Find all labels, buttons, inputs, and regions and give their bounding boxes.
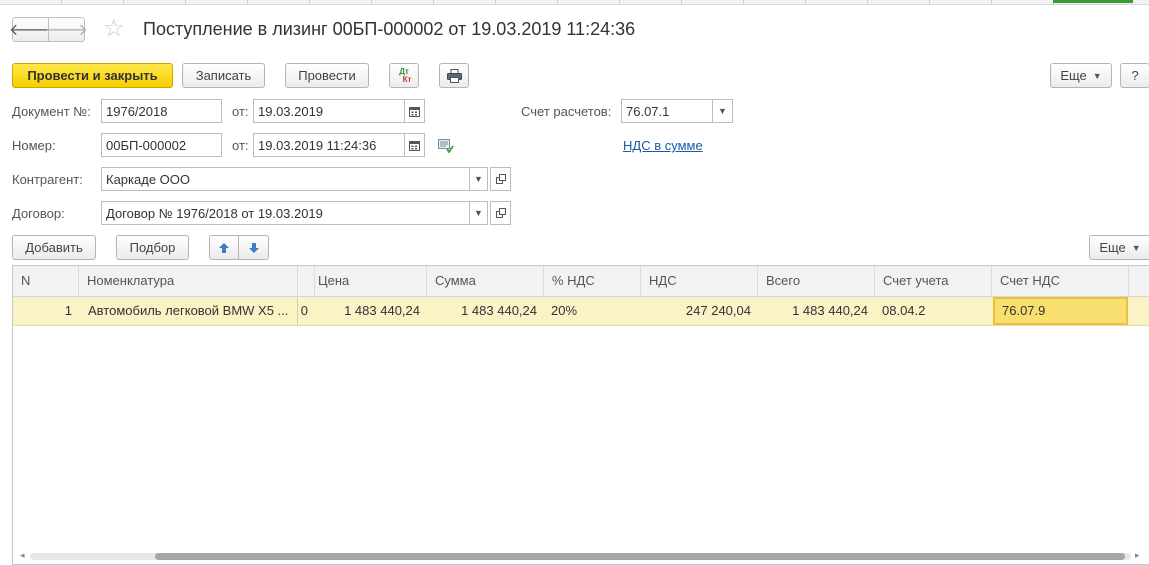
add-row-button[interactable]: Добавить [12,235,96,260]
col-header-total[interactable]: Всего [758,266,875,297]
goods-table[interactable]: N Номенклатура Цена Сумма % НДС НДС Всег… [12,265,1149,565]
col-header-account[interactable]: Счет учета [875,266,992,297]
pick-label: Подбор [129,240,176,255]
col-header-price[interactable]: Цена [310,266,427,297]
vat-included-link[interactable]: НДС в сумме [623,138,703,153]
doc-no-field[interactable]: 1976/2018 [101,99,222,123]
move-up-button[interactable] [209,235,239,260]
post-and-close-button[interactable]: Провести и закрыть [12,63,173,88]
number-label: Номер: [12,138,56,153]
cell-vat-rate[interactable]: 20% [544,297,641,325]
col-header-item[interactable]: Номенклатура [79,266,298,297]
page-title: Поступление в лизинг 00БП-000002 от 19.0… [143,19,636,39]
debit-credit-button[interactable]: Дт Кт [389,63,419,88]
cell-price[interactable]: 1 483 440,24 [310,297,427,325]
doc-no-label: Документ №: [12,104,91,119]
calendar-icon[interactable] [404,133,425,157]
cell-sum[interactable]: 1 483 440,24 [427,297,544,325]
number-date-label: от: [232,138,249,153]
table-more-button[interactable]: Еще ▼ [1089,235,1149,260]
post-label: Провести [298,68,356,83]
doc-date-label: от: [232,104,249,119]
counterparty-field[interactable]: Каркаде ООО [101,167,470,191]
cell-vat-account[interactable]: 76.07.9 [993,297,1128,325]
more-actions-button[interactable]: Еще ▼ [1050,63,1112,88]
cell-vat[interactable]: 247 240,04 [641,297,758,325]
pick-button[interactable]: Подбор [116,235,189,260]
active-tab-indicator [1053,0,1133,3]
help-button[interactable]: ? [1120,63,1149,88]
top-tab-strip [0,0,1149,5]
post-button[interactable]: Провести [285,63,369,88]
table-header: N Номенклатура Цена Сумма % НДС НДС Всег… [13,266,1149,297]
horizontal-scrollbar[interactable] [30,553,1131,560]
forward-button[interactable]: 🡒 [45,17,88,42]
calendar-icon[interactable] [404,99,425,123]
save-button[interactable]: Записать [182,63,265,88]
contract-field[interactable]: Договор № 1976/2018 от 19.03.2019 [101,201,470,225]
scroll-right-icon[interactable]: ▸ [1135,550,1140,561]
post-and-close-label: Провести и закрыть [27,68,158,83]
col-header-n[interactable]: N [13,266,79,297]
cell-hidden[interactable]: 0 [297,297,310,325]
open-icon[interactable] [490,201,511,225]
chevron-down-icon[interactable]: ▼ [469,201,488,225]
arrow-down-icon [248,242,259,253]
arrow-up-icon [219,242,229,253]
col-header-vat-rate[interactable]: % НДС [544,266,641,297]
printer-icon [446,68,462,83]
number-field[interactable]: 00БП-000002 [101,133,222,157]
counterparty-label: Контрагент: [12,172,83,187]
debit-credit-icon: Дт Кт [399,66,412,84]
scrollbar-thumb[interactable] [155,553,1125,560]
doc-date-field[interactable]: 19.03.2019 [253,99,405,123]
settlement-account-label: Счет расчетов: [521,104,612,119]
star-icon[interactable]: ☆ [103,15,125,43]
chevron-down-icon[interactable]: ▼ [712,99,733,123]
move-down-button[interactable] [238,235,269,260]
print-button[interactable] [439,63,469,88]
cell-total[interactable]: 1 483 440,24 [758,297,875,325]
cell-n[interactable]: 1 [13,297,79,325]
scroll-left-icon[interactable]: ◂ [20,550,25,561]
open-icon[interactable] [490,167,511,191]
number-date-field[interactable]: 19.03.2019 11:24:36 [253,133,405,157]
chevron-down-icon: ▼ [1092,70,1102,81]
back-button[interactable]: 🡐 [9,17,52,42]
col-header-vat-account[interactable]: Счет НДС [992,266,1129,297]
add-label: Добавить [25,240,83,255]
cell-item[interactable]: Автомобиль легковой BMW X5 ... [81,297,298,325]
table-more-label: Еще [1099,240,1126,255]
settlement-account-field[interactable]: 76.07.1 [621,99,713,123]
table-row[interactable]: 1 Автомобиль легковой BMW X5 ... 0 1 483… [13,297,1149,326]
arrow-right-icon: 🡒 [45,22,88,39]
chevron-down-icon: ▼ [1131,242,1141,253]
help-label: ? [1131,68,1139,83]
chevron-down-icon[interactable]: ▼ [469,167,488,191]
cell-account[interactable]: 08.04.2 [875,297,992,325]
edit-number-icon[interactable] [438,139,454,156]
col-header-vat[interactable]: НДС [641,266,758,297]
contract-label: Договор: [12,206,65,221]
save-label: Записать [195,68,252,83]
more-label: Еще [1060,68,1087,83]
col-header-sum[interactable]: Сумма [427,266,544,297]
